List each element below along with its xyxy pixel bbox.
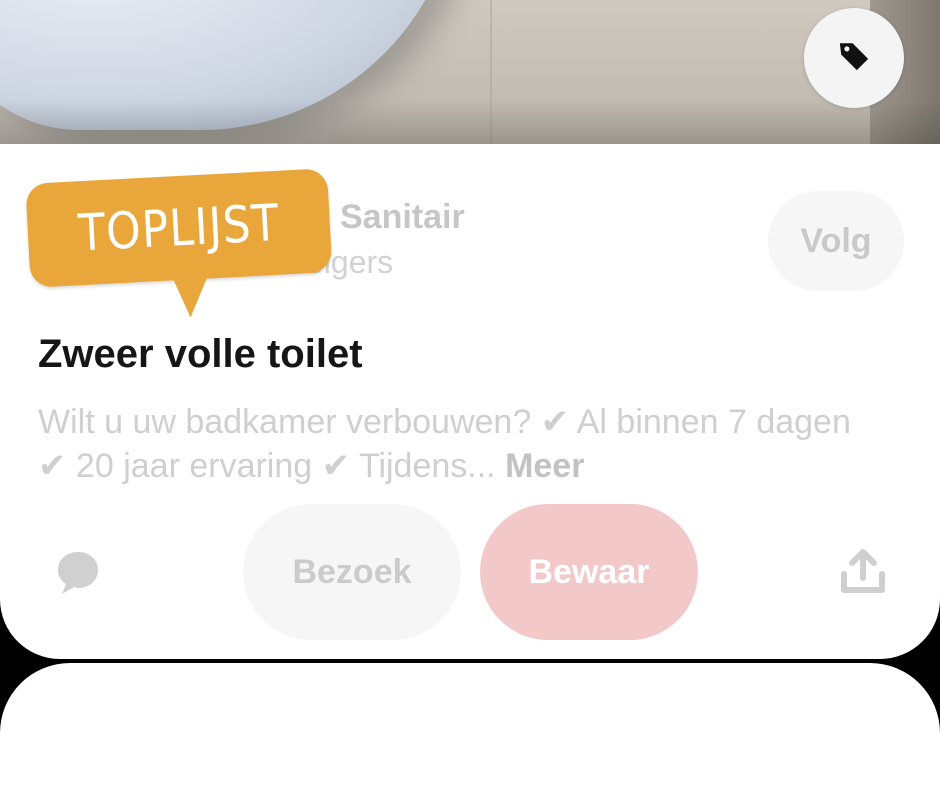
pin-title: Zweer volle toilet <box>38 332 363 376</box>
pin-detail-card: Sanitair volgers Volg TOPLIJST Zweer vol… <box>0 144 940 659</box>
pin-image[interactable] <box>0 0 940 160</box>
share-icon <box>840 549 886 600</box>
more-link[interactable]: Meer <box>505 447 584 485</box>
comment-icon <box>54 552 102 600</box>
pin-description: Wilt u uw badkamer verbouwen? ✔ Al binne… <box>38 400 858 488</box>
share-button[interactable] <box>840 548 886 596</box>
visit-button[interactable]: Bezoek <box>243 504 461 640</box>
follow-button[interactable]: Volg <box>768 191 904 291</box>
save-button[interactable]: Bewaar <box>480 504 698 640</box>
tag-button[interactable] <box>804 8 904 108</box>
tag-icon <box>837 39 871 78</box>
sticker-label: TOPLIJST <box>76 193 281 263</box>
profile-name[interactable]: Sanitair <box>340 198 465 237</box>
toplijst-sticker: TOPLIJST <box>25 168 333 319</box>
description-text: Wilt u uw badkamer verbouwen? ✔ Al binne… <box>38 403 851 485</box>
next-pin-card[interactable] <box>0 663 940 803</box>
comment-button[interactable] <box>54 548 102 596</box>
